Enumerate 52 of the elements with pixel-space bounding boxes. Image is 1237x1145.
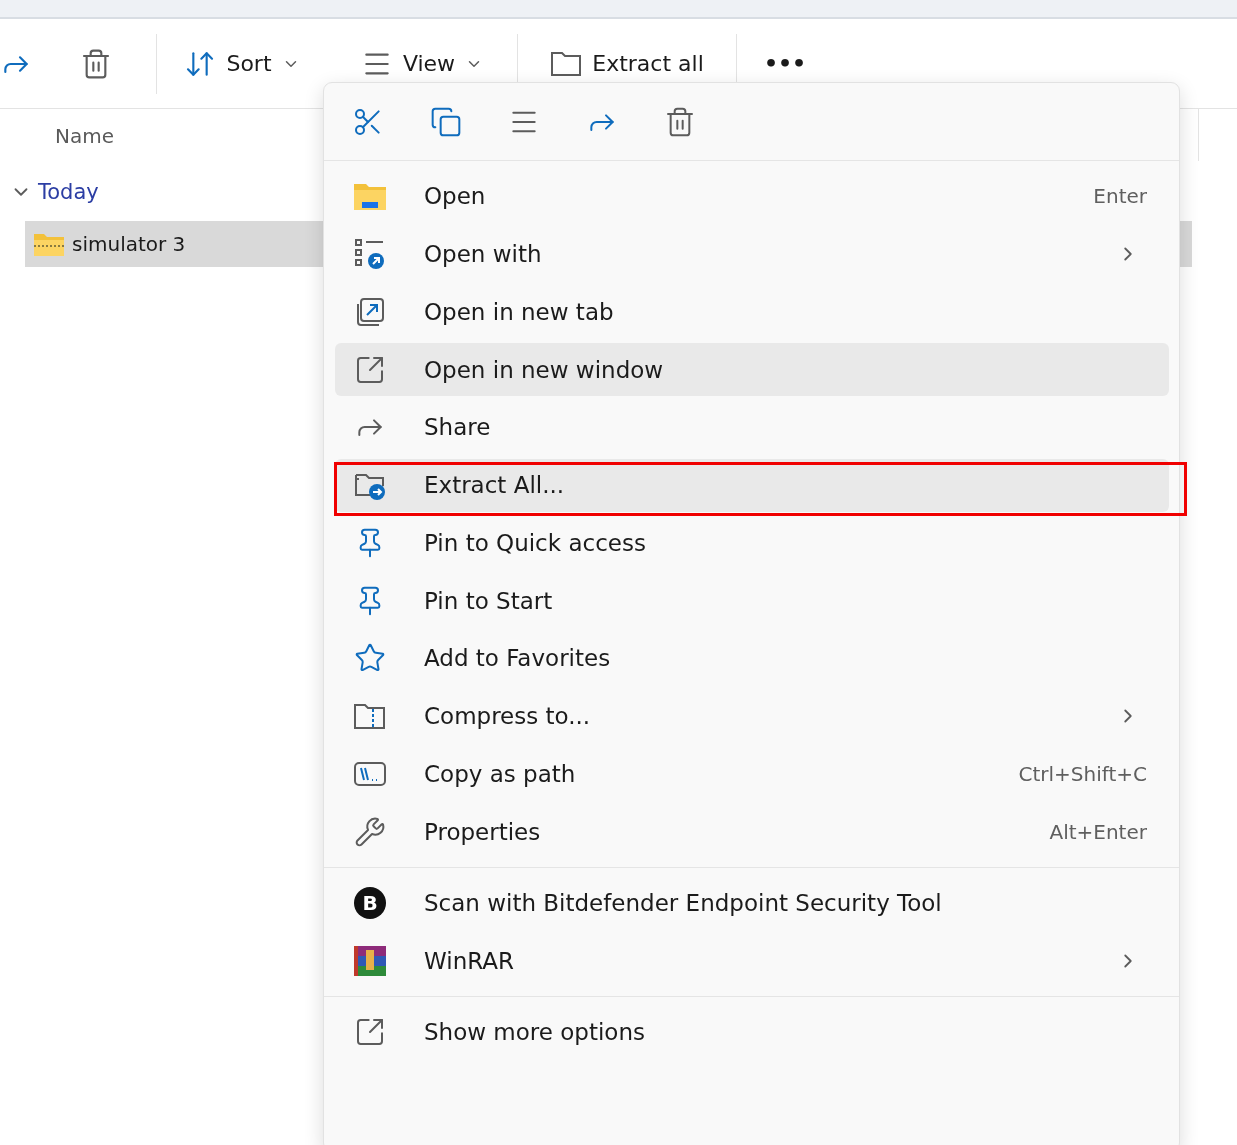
group-header[interactable]: Today: [38, 180, 99, 204]
menu-item[interactable]: Open with: [335, 227, 1169, 281]
menu-item[interactable]: Compress to...: [335, 689, 1169, 743]
toolbar-button[interactable]: View: [402, 51, 456, 76]
delete-icon[interactable]: [80, 47, 112, 80]
new-tab-icon: [354, 295, 386, 328]
menu-item-label: Open with: [424, 241, 542, 267]
folder-icon[interactable]: [550, 49, 583, 78]
menu-item-label: Open: [424, 183, 486, 210]
menu-item-label: Pin to Quick access: [424, 529, 646, 556]
menu-item-label: Compress to...: [424, 703, 591, 729]
delete-icon: [664, 105, 696, 138]
logo-icon: B: [354, 887, 386, 919]
menu-item-label: Add to Favorites: [424, 645, 611, 672]
compressed-folder-icon: [353, 701, 387, 731]
menu-item[interactable]: Open in new window: [335, 343, 1169, 396]
path-icon: [353, 759, 387, 788]
menu-item[interactable]: Open in new tab: [335, 285, 1169, 339]
menu-item-label: Pin to Start: [424, 587, 553, 614]
menu-item[interactable]: Show more options: [335, 1005, 1169, 1059]
column-header[interactable]: Name: [55, 124, 114, 148]
menu-item-label: Share: [424, 414, 491, 441]
menu-item-label: Open in new window: [424, 356, 664, 383]
menu-item-label: Scan with Bitdefender Endpoint Security Tool: [424, 890, 942, 916]
wrench-icon: [354, 815, 386, 848]
menu-item-label: Properties: [424, 818, 541, 845]
menu-item[interactable]: Share: [335, 400, 1169, 454]
menu-item[interactable]: WinRAR: [335, 934, 1169, 988]
menu-item-label: Open in new tab: [424, 298, 614, 325]
menu-item[interactable]: Pin to Quick access: [335, 516, 1169, 570]
books-stack-icon: [354, 945, 386, 976]
menu-item[interactable]: Open Enter: [335, 169, 1169, 223]
folder-icon: [353, 181, 387, 212]
menu-item[interactable]: Extract All...: [335, 458, 1169, 512]
menu-item-label: Show more options: [424, 1019, 645, 1046]
menu-item[interactable]: B Scan with Bitdefender Endpoint Security Tool: [335, 876, 1169, 930]
menu-item[interactable]: Copy as path Ctrl+Shift+C: [335, 747, 1169, 801]
toolbar-button[interactable]: Extract all: [592, 51, 704, 76]
menu-item-label: WinRAR: [424, 947, 514, 974]
shortcut-text: Alt+Enter: [1049, 819, 1147, 844]
menu-item[interactable]: Pin to Start: [335, 574, 1169, 627]
menu-item[interactable]: Properties Alt+Enter: [335, 805, 1169, 858]
more-button[interactable]: •••: [763, 51, 807, 76]
shortcut-text: Enter: [1093, 184, 1147, 209]
menu-item[interactable]: Add to Favorites: [335, 631, 1169, 685]
copy-icon: [430, 105, 462, 138]
menu-item-label: Extract All...: [424, 472, 565, 498]
shortcut-text: Ctrl+Shift+C: [1018, 761, 1147, 786]
zip-folder-icon: [34, 232, 64, 256]
app-list-icon: [353, 237, 387, 271]
menu-item-label: Copy as path: [424, 760, 576, 787]
toolbar-button[interactable]: Sort: [226, 51, 272, 76]
